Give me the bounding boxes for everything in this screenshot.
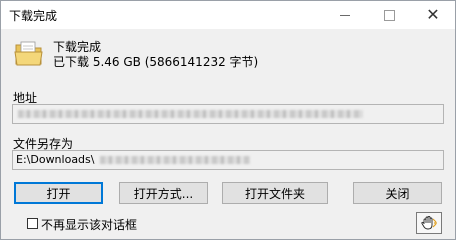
open-with-button[interactable]: 打开方式...: [119, 182, 208, 204]
download-size-text: 已下载 5.46 GB (5866141232 字节): [53, 55, 259, 69]
maximize-icon: [383, 9, 395, 21]
folder-icon: [14, 41, 43, 66]
close-icon: ✕: [426, 5, 440, 24]
close-button[interactable]: 关闭: [353, 182, 442, 204]
open-button[interactable]: 打开: [14, 182, 103, 204]
address-field[interactable]: [12, 104, 444, 124]
window-title: 下载完成: [9, 9, 58, 23]
open-folder-button[interactable]: 打开文件夹: [222, 182, 328, 204]
save-path-field[interactable]: E:\Downloads\: [12, 150, 444, 170]
dont-show-label[interactable]: 不再显示该对话框: [41, 216, 137, 233]
minimize-button[interactable]: [323, 1, 367, 29]
maximize-button[interactable]: [367, 1, 411, 29]
dont-show-checkbox[interactable]: [27, 218, 38, 229]
hand-button[interactable]: [416, 212, 442, 234]
download-complete-dialog: 下载完成 ✕ 下载完成 已下载 5.46 GB (5866141232 字节) …: [0, 0, 456, 240]
save-path-value: E:\Downloads\: [16, 153, 95, 166]
title-bar: 下载完成 ✕: [1, 1, 455, 29]
hand-icon: [421, 216, 437, 230]
close-window-button[interactable]: ✕: [411, 1, 455, 29]
minimize-icon: [340, 14, 350, 16]
redacted-filename: [99, 156, 250, 164]
redacted-address: [18, 110, 363, 118]
